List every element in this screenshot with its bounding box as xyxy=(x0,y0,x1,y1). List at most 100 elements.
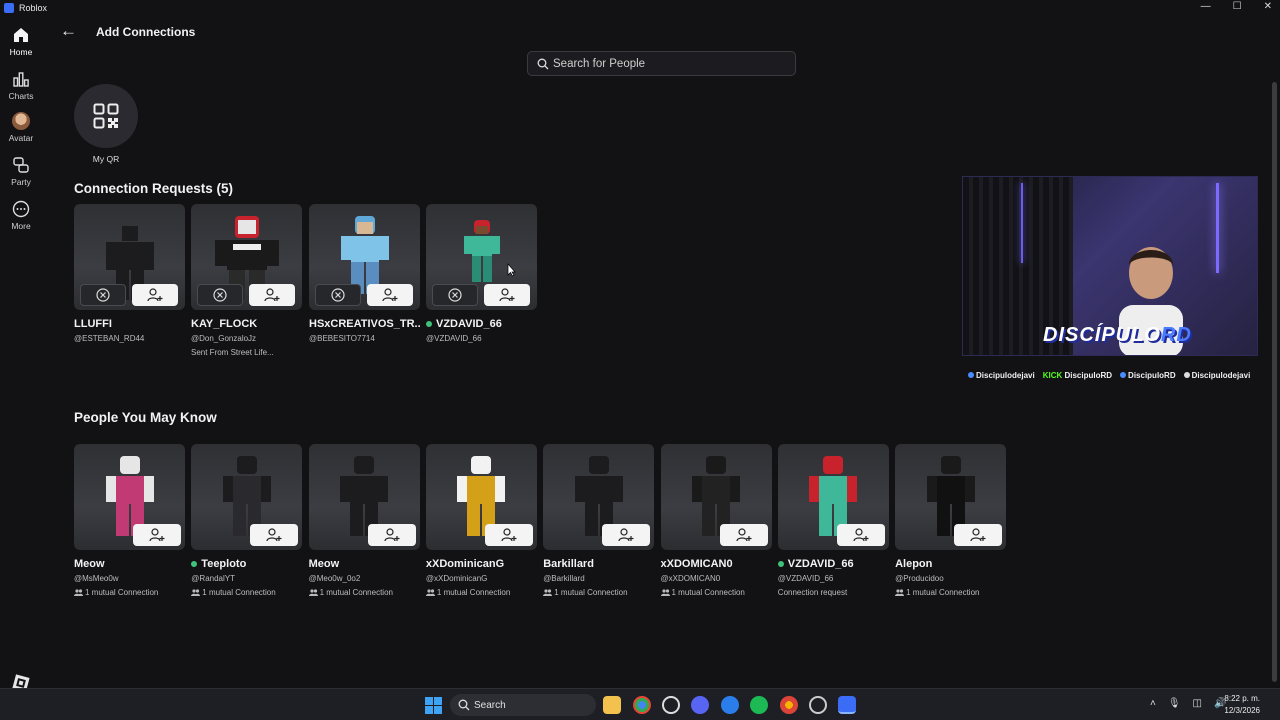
spotify-icon[interactable] xyxy=(750,696,768,714)
user-display-name: HSxCREATIVOS_TR... xyxy=(309,318,420,330)
qr-label: My QR xyxy=(92,154,120,164)
accept-request-button[interactable] xyxy=(367,284,413,306)
accept-request-button[interactable] xyxy=(132,284,178,306)
user-display-name: LLUFFI xyxy=(74,318,185,330)
decline-request-button[interactable] xyxy=(432,284,478,306)
add-connection-button[interactable] xyxy=(484,524,533,546)
close-button[interactable]: ✕ xyxy=(1264,1,1272,12)
windows-taskbar: Search ˄ 🎙 ◫ 🔊 8:22 p. m. 12/3/2026 xyxy=(0,688,1280,720)
chevron-up-icon[interactable]: ˄ xyxy=(1150,698,1156,709)
avatar-thumbnail xyxy=(895,444,1007,550)
start-button[interactable] xyxy=(425,697,442,714)
roblox-app-icon xyxy=(4,3,14,13)
sidebar-item-charts[interactable]: Charts xyxy=(0,70,42,101)
search-bar[interactable] xyxy=(527,51,796,76)
file-explorer-icon[interactable] xyxy=(603,696,621,714)
add-connection-button[interactable] xyxy=(602,524,651,546)
accept-request-button[interactable] xyxy=(249,284,295,306)
request-card[interactable]: HSxCREATIVOS_TR... @BEBESITO7714 xyxy=(309,204,420,343)
avatar-thumbnail xyxy=(425,444,537,550)
stream-banner: DISCÍPULORD xyxy=(1043,324,1192,347)
more-icon xyxy=(12,200,30,218)
add-connection-button[interactable] xyxy=(250,524,299,546)
user-display-name: Teeploto xyxy=(191,558,302,570)
mutual-info: Connection request xyxy=(778,588,889,597)
decline-request-button[interactable] xyxy=(197,284,243,306)
suggestion-card[interactable]: VZDAVID_66 @VZDAVID_66 Connection reques… xyxy=(777,444,889,597)
discord-icon[interactable] xyxy=(691,696,709,714)
add-connection-button[interactable] xyxy=(836,524,885,546)
qr-button[interactable] xyxy=(74,84,138,148)
chrome-icon[interactable] xyxy=(633,696,651,714)
sidebar-item-label: Charts xyxy=(8,91,34,101)
add-friend-icon xyxy=(618,528,634,542)
display-name-text: KAY_FLOCK xyxy=(191,318,258,330)
banner-accent-text: RD xyxy=(1160,324,1192,346)
sidebar-item-label: Home xyxy=(9,47,33,57)
party-icon xyxy=(13,157,29,173)
user-display-name: VZDAVID_66 xyxy=(777,558,889,570)
sidebar-item-home[interactable]: Home xyxy=(0,26,42,57)
request-card[interactable]: LLUFFI @ESTEBAN_RD44 xyxy=(74,204,185,343)
suggestion-card[interactable]: xXDOMICAN0 @xXDOMICAN0 1 mutual Connecti… xyxy=(660,444,772,597)
youtube-icon xyxy=(1120,372,1127,378)
scrollbar[interactable] xyxy=(1272,82,1277,682)
add-connection-button[interactable] xyxy=(133,524,181,546)
accept-request-button[interactable] xyxy=(484,284,530,306)
mutual-info: 1 mutual Connection xyxy=(308,588,420,597)
decline-request-button[interactable] xyxy=(315,284,361,306)
suggestion-card[interactable]: xXDominicanG @xXDominicanG 1 mutual Conn… xyxy=(425,444,537,597)
stream-light xyxy=(1216,183,1219,273)
display-name-text: Alepon xyxy=(895,558,933,570)
user-display-name: Meow xyxy=(309,558,420,570)
suggestion-card[interactable]: Meow @Meo0w_0o2 1 mutual Connection xyxy=(308,444,420,597)
add-connection-button[interactable] xyxy=(954,524,1003,546)
chatgpt-icon[interactable] xyxy=(662,696,680,714)
network-icon[interactable]: ◫ xyxy=(1193,698,1202,709)
user-display-name: xXDOMICAN0 xyxy=(661,558,772,570)
suggestion-card[interactable]: Teeploto @RandalYT 1 mutual Connection xyxy=(191,444,303,597)
avatar-thumbnail xyxy=(777,444,889,550)
obs-icon[interactable] xyxy=(809,696,827,714)
mutual-connections-icon xyxy=(308,589,318,596)
display-name-text: Teeploto xyxy=(201,558,247,570)
user-display-name: VZDAVID_66 xyxy=(426,318,537,330)
user-display-name: Alepon xyxy=(895,558,1006,570)
sidebar-item-label: Party xyxy=(11,177,31,187)
avatar-figure xyxy=(463,220,500,282)
maximize-button[interactable]: ☐ xyxy=(1233,1,1242,12)
add-connection-button[interactable] xyxy=(719,524,768,546)
social-youtube: DiscipuloRD xyxy=(1120,371,1176,380)
minimize-button[interactable]: — xyxy=(1201,1,1211,12)
sidebar-item-party[interactable]: Party xyxy=(0,156,42,187)
avatar-thumbnail xyxy=(191,204,302,310)
tiktok-icon xyxy=(1183,372,1190,378)
decline-request-button[interactable] xyxy=(80,284,126,306)
my-qr: My QR xyxy=(74,84,138,164)
app-icon[interactable] xyxy=(721,696,739,714)
suggestion-card[interactable]: Barkillard @Barkillard 1 mutual Connecti… xyxy=(543,444,655,597)
microphone-icon[interactable]: 🎙 xyxy=(1168,698,1181,709)
social-kick: KICK DiscipuloRD xyxy=(1043,371,1112,380)
social-instagram: Discipulodejavi xyxy=(968,371,1035,380)
sidebar-item-avatar[interactable]: Avatar xyxy=(0,112,42,143)
request-card[interactable]: KAY_FLOCK @Don_GonzaloJz Sent From Stree… xyxy=(191,204,302,357)
sidebar-item-more[interactable]: More xyxy=(0,200,42,231)
taskbar-search[interactable]: Search xyxy=(450,694,596,716)
user-handle: @Don_GonzaloJz xyxy=(191,334,257,343)
page-title: Add Connections xyxy=(96,25,196,39)
kick-icon: KICK xyxy=(1042,371,1063,380)
search-input[interactable] xyxy=(553,57,783,70)
system-clock[interactable]: 8:22 p. m. 12/3/2026 xyxy=(1224,693,1260,717)
chrome-canary-icon[interactable] xyxy=(780,696,798,714)
suggestion-card[interactable]: Meow @MsMeo0w 1 mutual Connection xyxy=(74,444,185,597)
mutual-info: 1 mutual Connection xyxy=(191,588,302,597)
request-card[interactable]: VZDAVID_66 @VZDAVID_66 xyxy=(426,204,537,343)
roblox-taskbar-icon[interactable] xyxy=(838,696,856,714)
mutual-connections-icon xyxy=(191,589,201,596)
back-button[interactable]: ← xyxy=(60,22,78,40)
add-connection-button[interactable] xyxy=(367,524,416,546)
suggestion-card[interactable]: Alepon @Producidoo 1 mutual Connection xyxy=(895,444,1007,597)
mouse-cursor-icon xyxy=(507,263,516,277)
display-name-text: VZDAVID_66 xyxy=(787,558,854,570)
